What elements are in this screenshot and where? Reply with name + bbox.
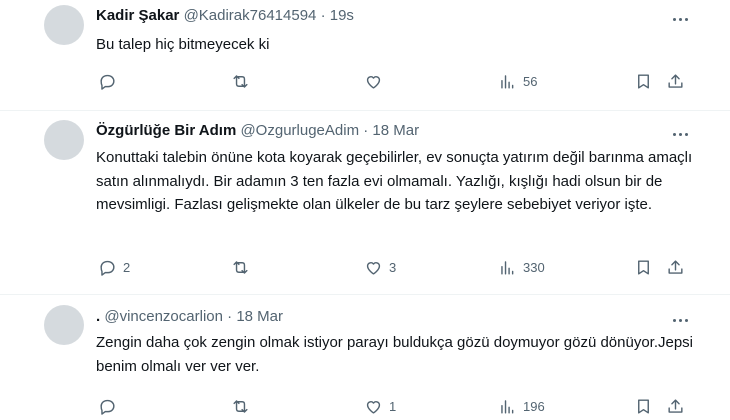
bookmark-button[interactable] [634,257,653,277]
separator-dot: · [363,122,369,139]
like-icon [366,261,381,275]
tweet-header: Kadir Şakar @Kadirak76414594 · 19s [96,6,354,26]
avatar[interactable] [44,5,84,45]
like-button[interactable] [364,71,389,91]
share-button[interactable] [666,71,685,91]
like-button[interactable]: 3 [364,257,396,277]
tweet-text: Konuttaki talebin önüne kota koyarak geç… [96,149,693,213]
tweet-time[interactable]: 18 Mar [372,122,419,139]
tweet-1[interactable]: Kadir Şakar @Kadirak76414594 · 19s Bu ta… [0,0,730,110]
tweet-time[interactable]: 19s [330,7,354,24]
bookmark-icon [638,398,649,414]
retweet-button[interactable] [231,257,256,277]
tweet-actions: 2 3 330 [96,257,696,277]
retweet-button[interactable] [231,71,256,91]
reply-button[interactable] [98,71,123,91]
retweet-icon [233,260,248,274]
like-button[interactable]: 1 [364,396,396,416]
more-icon[interactable] [668,9,692,29]
separator-dot: · [227,308,233,325]
views-count: 56 [523,73,538,89]
author-handle[interactable]: @Kadirak76414594 [184,7,317,24]
avatar[interactable] [44,305,84,345]
tweet-2[interactable]: Özgürlüğe Bir Adım @OzgurlugeAdim · 18 M… [0,111,730,294]
share-button[interactable] [666,396,685,416]
share-icon [668,259,683,274]
reply-icon [100,260,115,276]
tweet-header: Özgürlüğe Bir Adım @OzgurlugeAdim · 18 M… [96,121,419,141]
like-icon [366,75,381,89]
share-icon [668,398,683,413]
bookmark-button[interactable] [634,396,653,416]
author-name[interactable]: Kadir Şakar [96,7,179,24]
share-icon [668,73,683,88]
reply-button[interactable] [98,396,123,416]
author-handle[interactable]: @vincenzocarlion [104,308,223,325]
views-icon [501,399,514,414]
views-count: 196 [523,398,545,414]
separator-dot: · [320,7,326,24]
avatar[interactable] [44,120,84,160]
tweet-actions: 1 196 [96,396,696,416]
like-icon [366,400,381,414]
like-count: 3 [389,259,397,275]
tweet-3[interactable]: . @vincenzocarlion · 18 Mar Zengin daha … [0,295,730,420]
views-button[interactable]: 56 [498,71,537,91]
like-count: 1 [389,398,397,414]
tweet-actions: 56 [96,71,696,91]
views-button[interactable]: 196 [498,396,545,416]
more-icon[interactable] [668,310,692,330]
views-icon [501,74,514,89]
views-button[interactable]: 330 [498,257,545,277]
tweet-time[interactable]: 18 Mar [236,308,283,325]
author-name[interactable]: . [96,308,100,325]
retweet-icon [233,399,248,413]
views-count: 330 [523,259,545,275]
bookmark-icon [638,73,649,89]
share-button[interactable] [666,257,685,277]
reply-icon [100,399,115,415]
reply-icon [100,74,115,90]
reply-count: 2 [123,259,131,275]
retweet-icon [233,74,248,88]
tweet-text: Zengin daha çok zengin olmak istiyor par… [96,334,694,375]
bookmark-icon [638,259,649,275]
author-name[interactable]: Özgürlüğe Bir Adım [96,122,236,139]
bookmark-button[interactable] [634,71,653,91]
reply-button[interactable]: 2 [98,257,130,277]
tweet-text: Bu talep hiç bitmeyecek ki [96,36,270,53]
tweet-header: . @vincenzocarlion · 18 Mar [96,307,283,327]
author-handle[interactable]: @OzgurlugeAdim [240,122,359,139]
views-icon [501,260,514,275]
more-icon[interactable] [668,124,692,144]
retweet-button[interactable] [231,396,256,416]
